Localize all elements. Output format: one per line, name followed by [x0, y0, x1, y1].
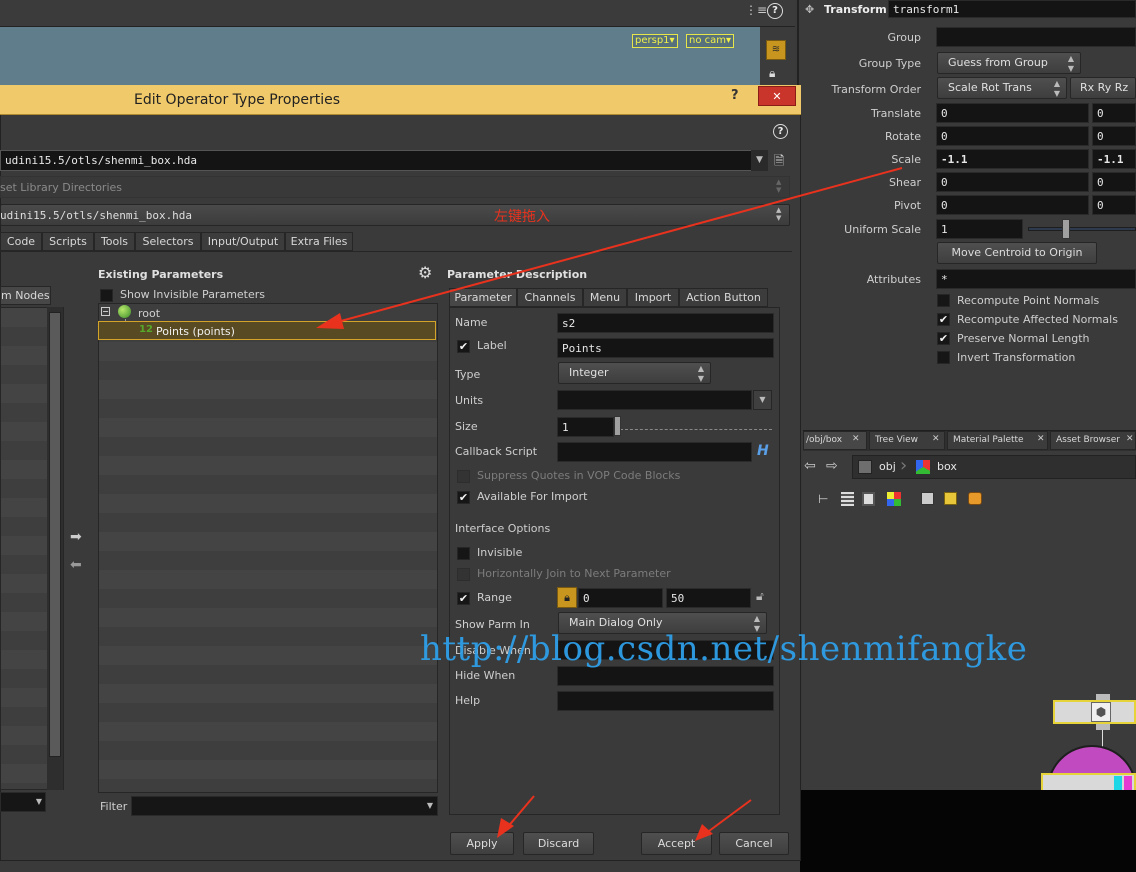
drag-arrow-line	[329, 167, 903, 325]
apply-arrow-head	[497, 818, 514, 838]
accept-arrow-head	[695, 824, 713, 841]
drag-arrow-head	[316, 313, 344, 329]
accept-arrow-line	[704, 799, 752, 835]
annotation-arrows	[316, 167, 903, 841]
